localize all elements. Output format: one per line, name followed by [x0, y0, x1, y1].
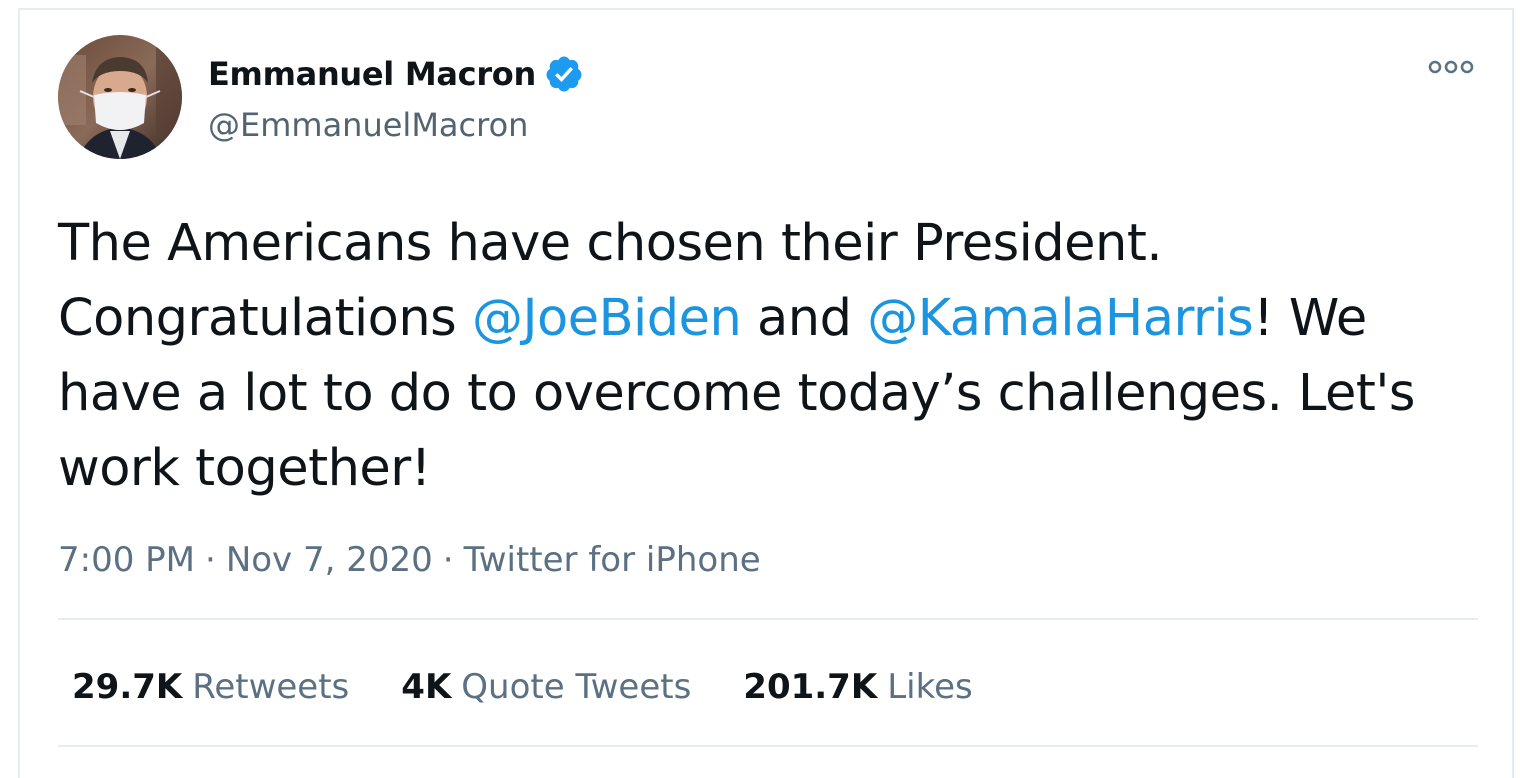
- separator: ·: [205, 540, 216, 580]
- mention-link-kamalaharris[interactable]: @KamalaHarris: [867, 289, 1254, 348]
- tweet-line-1: The Americans have chosen their Presiden…: [58, 214, 1163, 273]
- retweets-label: Retweets: [192, 667, 350, 707]
- tweet-text-segment: ! We: [1253, 289, 1367, 348]
- avatar[interactable]: [58, 35, 182, 159]
- likes-stat-link[interactable]: 201.7K Likes: [743, 667, 972, 707]
- author-name-row[interactable]: Emmanuel Macron: [208, 54, 584, 94]
- verified-badge-icon: [544, 54, 584, 94]
- tweet-line-4: work together!: [58, 439, 431, 498]
- mention-link-joebiden[interactable]: @JoeBiden: [472, 289, 742, 348]
- likes-count: 201.7K: [743, 667, 878, 707]
- tweet-metadata: 7:00 PM · Nov 7, 2020 · Twitter for iPhone: [58, 540, 761, 580]
- avatar-image: [58, 35, 182, 159]
- author-handle[interactable]: @EmmanuelMacron: [208, 106, 528, 144]
- engagement-stats: 29.7K Retweets 4K Quote Tweets 201.7K Likes: [72, 667, 1025, 707]
- quote-tweets-label: Quote Tweets: [461, 667, 692, 707]
- retweets-count: 29.7K: [72, 667, 183, 707]
- tweet-time-link[interactable]: 7:00 PM: [58, 540, 195, 580]
- display-name[interactable]: Emmanuel Macron: [208, 55, 536, 93]
- tweet-text-segment: Congratulations: [58, 289, 472, 348]
- tweet-text-segment: and: [741, 289, 868, 348]
- retweets-stat-link[interactable]: 29.7K Retweets: [72, 667, 349, 707]
- likes-label: Likes: [887, 667, 973, 707]
- tweet-line-3: have a lot to do to overcome today’s cha…: [58, 364, 1416, 423]
- tweet-source-link[interactable]: Twitter for iPhone: [464, 540, 761, 580]
- quote-tweets-count: 4K: [401, 667, 452, 707]
- divider: [58, 745, 1478, 747]
- tweet-date-link[interactable]: Nov 7, 2020: [226, 540, 433, 580]
- tweet-card: Emmanuel Macron @EmmanuelMacron The Amer…: [18, 8, 1514, 778]
- quote-tweets-stat-link[interactable]: 4K Quote Tweets: [401, 667, 691, 707]
- more-options-icon[interactable]: [1428, 55, 1474, 79]
- tweet-line-2: Congratulations @JoeBiden and @KamalaHar…: [58, 281, 1478, 356]
- separator: ·: [442, 540, 454, 580]
- tweet-text: The Americans have chosen their Presiden…: [58, 206, 1478, 506]
- divider: [58, 618, 1478, 620]
